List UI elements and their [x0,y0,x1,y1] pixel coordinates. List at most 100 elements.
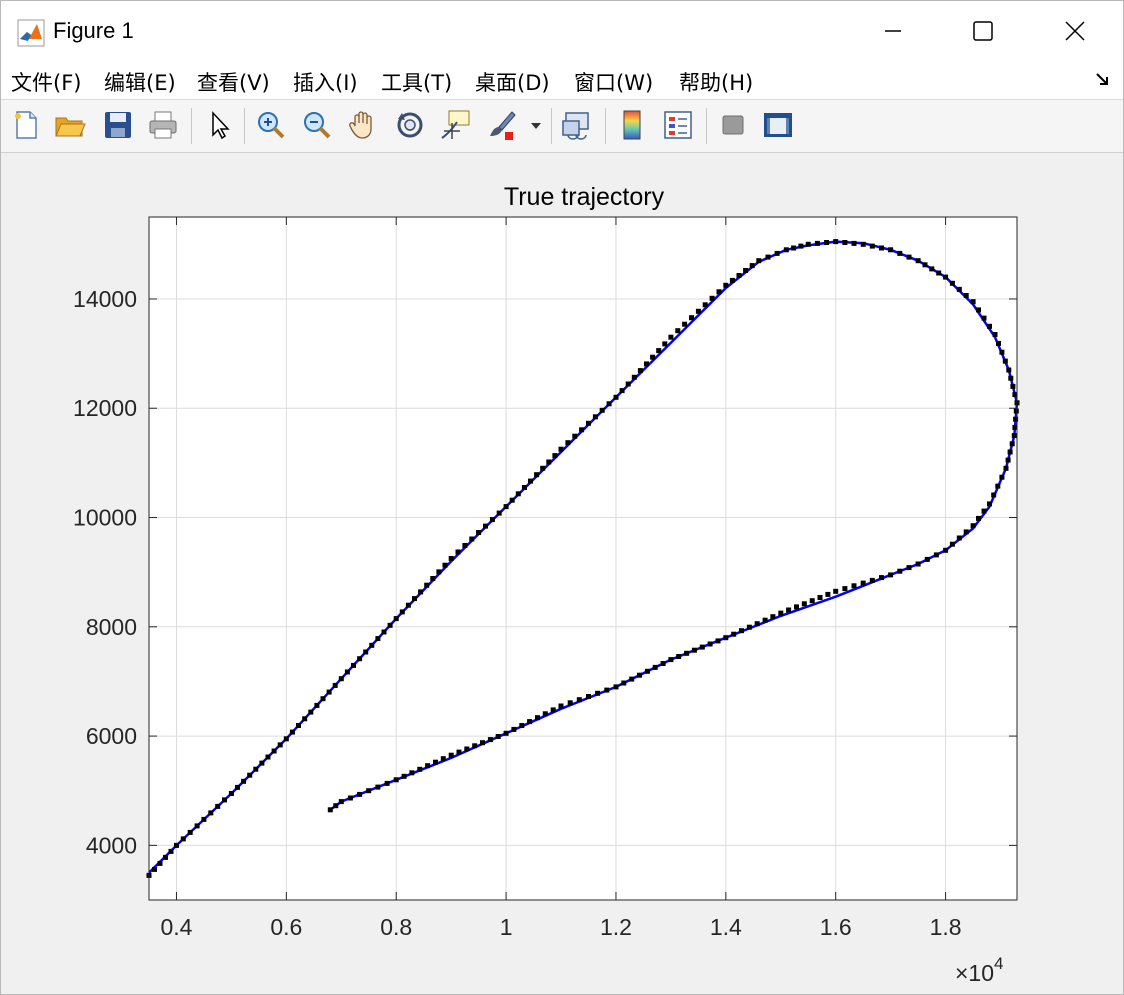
measurement-marker [168,848,174,854]
measurement-marker [991,492,997,498]
measurement-marker [888,572,894,578]
pan-hand-icon[interactable] [346,108,380,142]
close-button[interactable] [1027,1,1123,61]
link-plot-icon[interactable] [560,108,594,142]
measurement-marker [401,773,407,779]
trajectory-chart[interactable]: 0.4 0.6 0.8 1 1.2 1.4 1.6 1.8 4000 6000 8000 10000 1… [1,153,1123,994]
toolbar-separator [551,108,552,144]
measurement-marker [709,295,715,301]
pointer-icon[interactable] [203,108,237,142]
measurement-marker [691,647,697,653]
measurement-marker [338,676,344,682]
measurement-marker [660,661,666,666]
measurement-marker [842,240,848,245]
measurement-marker [739,628,744,634]
measurement-marker [791,245,797,251]
measurement-marker [487,737,493,743]
minimize-button[interactable] [845,1,941,61]
maximize-button[interactable] [935,1,1031,61]
menu-tools[interactable]: 工具(T) [381,67,452,97]
measurement-marker [662,341,668,347]
hide-plot-tools-icon[interactable] [716,108,750,142]
measurement-marker [472,743,478,749]
open-folder-icon[interactable] [53,108,87,142]
measurement-marker [527,719,533,725]
data-cursor-icon[interactable] [439,108,473,142]
measurement-marker [652,664,658,670]
menu-desktop[interactable]: 桌面(D) [475,67,550,97]
dock-arrow-icon[interactable] [1095,71,1111,87]
measurement-marker [592,414,598,420]
measurement-marker [987,323,992,329]
measurement-marker [384,780,390,786]
measurement-marker [511,726,517,732]
measurement-marker [637,672,642,678]
menu-view[interactable]: 查看(V) [197,67,270,97]
measurement-marker [534,472,540,478]
measurement-marker [798,243,804,249]
measurement-marker [924,556,930,562]
menu-help[interactable]: 帮助(H) [679,67,753,97]
brush-dropdown-icon[interactable] [527,108,545,142]
measurement-marker [736,273,742,278]
menu-window[interactable]: 窗口(W) [574,67,653,97]
x-tick-label: 0.4 [160,914,192,940]
measurement-marker [621,680,627,686]
measurement-marker [308,709,314,715]
rotate-3d-icon[interactable] [393,108,427,142]
measurement-marker [327,807,333,813]
measurement-marker [480,740,485,746]
zoom-in-icon[interactable] [254,108,288,142]
measurement-marker [929,266,935,272]
measurement-marker [879,245,884,251]
measurement-marker [152,866,157,872]
menu-file[interactable]: 文件(F) [11,67,81,97]
measurement-marker [338,799,344,805]
measurement-marker [194,823,200,829]
menu-edit[interactable]: 编辑(E) [104,67,176,97]
colorbar-icon[interactable] [615,108,649,142]
print-icon[interactable] [146,108,180,142]
measurement-marker [949,541,955,547]
brush-icon[interactable] [485,108,519,142]
x-tick-label: 0.8 [380,914,412,940]
measurement-marker [869,243,875,249]
chart-title: True trajectory [504,183,665,211]
measurement-marker [756,258,762,264]
measurement-marker [399,609,405,615]
x-tick-label: 1.2 [600,914,632,940]
measurement-marker [869,577,875,583]
measurement-marker [558,703,564,709]
measurement-marker [992,332,998,337]
save-icon[interactable] [101,108,135,142]
measurement-marker [746,624,752,630]
measurement-marker [208,810,214,816]
x-exponent-power: 4 [994,954,1003,973]
measurement-marker [774,250,780,256]
new-file-icon[interactable] [9,108,43,142]
measurement-marker [1006,367,1012,373]
show-plot-tools-icon[interactable] [761,108,795,142]
measurement-marker [824,240,830,245]
zoom-out-icon[interactable] [300,108,334,142]
menu-insert[interactable]: 插入(I) [293,67,358,97]
measurement-marker [604,687,610,693]
measurement-marker [496,510,502,516]
measurement-marker [981,508,987,514]
x-tick-label: 1.6 [820,914,852,940]
y-tick-label: 10000 [73,505,137,531]
measurement-marker [387,622,393,628]
measurement-marker [833,588,839,594]
title-bar[interactable]: Figure 1 [1,1,1123,61]
measurement-marker [1005,457,1011,463]
measurement-marker [201,816,207,822]
measurement-marker [809,598,815,604]
measurement-marker [987,501,992,507]
measurement-marker [817,595,823,600]
legend-icon[interactable] [661,108,695,142]
minimize-icon [885,30,901,32]
measurement-marker [405,602,411,608]
measurement-marker [860,241,866,247]
measurement-marker [393,777,399,783]
measurement-marker [283,736,289,742]
